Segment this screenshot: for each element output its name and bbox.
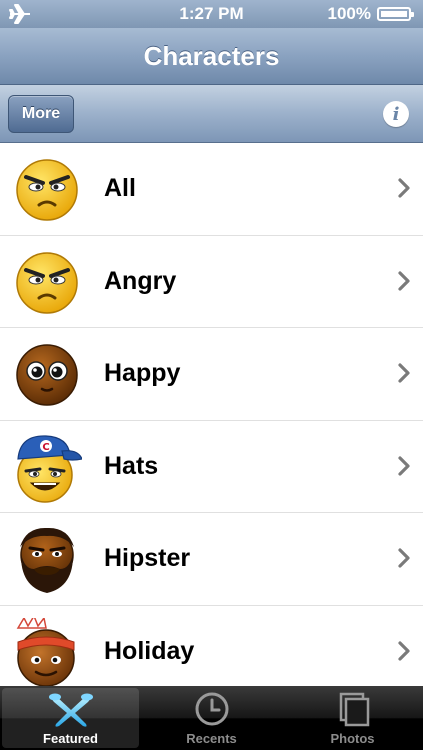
battery-icon [377, 7, 414, 21]
headband-face-icon [16, 617, 75, 686]
list-item-holiday[interactable]: Holiday [0, 606, 423, 686]
list-item-label: All [104, 174, 136, 202]
chevron-right-icon [398, 455, 410, 476]
tab-photos[interactable]: Photos [284, 688, 421, 748]
list-item-happy[interactable]: Happy [0, 328, 423, 421]
featured-icon [48, 693, 93, 727]
more-button[interactable]: More [8, 95, 74, 133]
list-item-label: Holiday [104, 636, 195, 665]
battery-percentage: 100% [327, 4, 371, 23]
happy-face-icon [16, 344, 78, 406]
svg-text:C: C [42, 442, 49, 453]
info-icon[interactable]: i [383, 101, 409, 127]
tab-label: Recents [186, 731, 237, 746]
toolbar: More i [0, 85, 423, 143]
list-item-hats[interactable]: C Hats [0, 421, 423, 513]
list-item-all[interactable]: All [0, 143, 423, 236]
list-item-label: Hipster [104, 544, 191, 572]
page-title: Characters [143, 41, 280, 71]
list-item-angry[interactable]: Angry [0, 236, 423, 328]
tab-recents[interactable]: Recents [143, 688, 280, 748]
chevron-right-icon [398, 640, 410, 661]
tab-featured[interactable]: Featured [2, 688, 139, 748]
tab-label: Photos [330, 731, 375, 746]
chevron-right-icon [398, 270, 410, 291]
list-item-hipster[interactable]: Hipster [0, 513, 423, 606]
status-bar: 1:27 PM 100% [0, 0, 423, 28]
chevron-right-icon [398, 363, 410, 383]
angry-face-icon [16, 251, 78, 314]
chevron-right-icon [398, 178, 410, 198]
navigation-bar: Characters [0, 28, 423, 85]
tab-bar: Featured Recents Photos [0, 686, 423, 750]
list-item-label: Angry [104, 266, 177, 295]
clock-icon [195, 692, 228, 726]
bearded-face-icon [20, 527, 74, 593]
tab-label: Featured [43, 731, 98, 746]
list-item-label: Hats [104, 451, 159, 480]
angry-face-icon [16, 159, 78, 221]
cap-face-icon: C [17, 434, 82, 503]
photos-icon [339, 692, 369, 727]
chevron-right-icon [398, 548, 410, 568]
list-item-label: Happy [104, 359, 181, 387]
character-list: All Angry Happy C Hats Hipster Holiday [0, 143, 423, 686]
